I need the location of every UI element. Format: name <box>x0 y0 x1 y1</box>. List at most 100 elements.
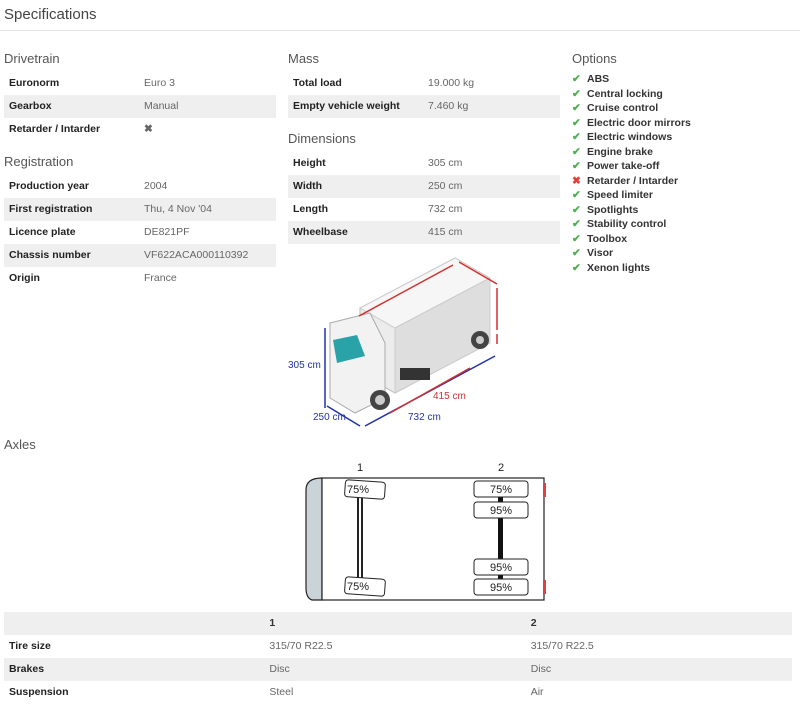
table-row: Empty vehicle weight 7.460 kg <box>288 95 560 118</box>
option-item: ✔ Stability control <box>572 217 792 232</box>
table-row: Brakes Disc Disc <box>4 658 792 681</box>
table-row: Height 305 cm <box>288 152 560 175</box>
option-item: ✔ Power take-off <box>572 159 792 174</box>
row-value: 305 cm <box>428 157 463 169</box>
row-value: Manual <box>144 100 179 112</box>
row-label: Empty vehicle weight <box>293 100 400 112</box>
row-value: France <box>144 272 177 284</box>
row-value: Thu, 4 Nov '04 <box>144 203 212 215</box>
check-icon: ✔ <box>572 73 581 85</box>
option-label: Spotlights <box>587 203 639 216</box>
option-item: ✔ Cruise control <box>572 101 792 116</box>
check-icon: ✔ <box>572 203 581 216</box>
tire-1-right: 75% <box>347 581 369 593</box>
mass-section: Mass Total load 19.000 kg Empty vehicle we… <box>288 48 560 244</box>
option-label: Visor <box>587 247 614 259</box>
truck-dimensions-diagram: 305 cm 250 cm 732 cm 415 cm <box>288 257 498 427</box>
row-label: Euronorm <box>9 77 60 89</box>
row-value: 7.460 kg <box>428 100 469 112</box>
option-item: ✔ ABS <box>572 72 792 87</box>
option-label: Speed limiter <box>587 189 653 201</box>
option-label: Power take-off <box>587 160 660 172</box>
wheelbase-label: 415 cm <box>433 391 466 402</box>
check-icon: ✔ <box>572 189 581 201</box>
row-label: Chassis number <box>9 249 91 261</box>
section-heading: Drivetrain <box>4 51 60 66</box>
row-label: Retarder / Intarder <box>9 123 101 135</box>
axles-heading: Axles <box>4 437 36 452</box>
axle-1-value: Disc <box>269 663 290 675</box>
check-icon: ✔ <box>572 145 581 158</box>
length-label: 732 cm <box>408 412 441 423</box>
check-icon: ✔ <box>572 102 581 114</box>
row-label: Total load <box>293 77 342 89</box>
option-label: ABS <box>587 73 610 85</box>
tire-1-left: 75% <box>347 484 369 496</box>
option-label: Xenon lights <box>587 261 650 274</box>
option-item: ✖ Retarder / Intarder <box>572 174 792 189</box>
row-label: Width <box>293 180 323 192</box>
page-title: Specifications <box>4 6 97 23</box>
axles-table: 1 2 Tire size 315/70 R22.5 315/70 R22.5 Bra… <box>4 612 792 704</box>
check-icon: ✔ <box>572 87 581 100</box>
axle-diagram: 1 2 75% 75% 75% 95% 95% 95% <box>305 462 546 601</box>
check-icon: ✔ <box>572 218 581 230</box>
tire-2-outer-left: 75% <box>490 484 512 496</box>
option-label: Electric door mirrors <box>587 116 691 129</box>
options-section: Options ✔ ABS ✔ Central locking ✔ Cruise cont… <box>572 48 792 275</box>
row-value: 250 cm <box>428 180 463 192</box>
table-row: Total load 19.000 kg <box>288 72 560 95</box>
row-label: Height <box>293 157 326 169</box>
table-row: Length 732 cm <box>288 198 560 221</box>
check-icon: ✔ <box>572 232 581 245</box>
row-label: First registration <box>9 203 93 215</box>
option-item: ✔ Visor <box>572 246 792 261</box>
tire-2-inner-left: 95% <box>490 505 512 517</box>
table-row: Gearbox Manual <box>4 95 276 118</box>
table-row: Euronorm Euro 3 <box>4 72 276 95</box>
row-label: Origin <box>9 272 40 284</box>
tire-2-outer-right: 95% <box>490 582 512 594</box>
row-value: 2004 <box>144 180 168 192</box>
option-label: Toolbox <box>587 232 628 245</box>
table-row: Chassis number VF622ACA000110392 <box>4 244 276 267</box>
axle-1-value: Steel <box>269 686 294 698</box>
row-value: Euro 3 <box>144 77 175 89</box>
option-label: Retarder / Intarder <box>587 174 679 187</box>
axle-1-value: 315/70 R22.5 <box>269 640 333 652</box>
section-heading: Options <box>572 51 617 66</box>
table-row: Suspension Steel Air <box>4 681 792 704</box>
row-value: DE821PF <box>144 226 190 238</box>
table-row: Wheelbase 415 cm <box>288 221 560 244</box>
option-item: ✔ Spotlights <box>572 203 792 218</box>
option-label: Stability control <box>587 218 667 230</box>
row-value: 415 cm <box>428 226 463 238</box>
table-row: First registration Thu, 4 Nov '04 <box>4 198 276 221</box>
table-row: Production year 2004 <box>4 175 276 198</box>
row-value: VF622ACA000110392 <box>144 249 249 261</box>
row-label: Brakes <box>9 663 45 675</box>
height-label: 305 cm <box>288 360 321 371</box>
table-row: Retarder / Intarder ✖ <box>4 118 276 141</box>
tire-2-inner-right: 95% <box>490 562 512 574</box>
option-item: ✔ Xenon lights <box>572 261 792 276</box>
axle-2-value: Air <box>530 686 544 698</box>
drivetrain-section: Drivetrain Euronorm Euro 3 Gearbox Manual Re… <box>4 48 276 290</box>
cross-icon: ✖ <box>572 174 581 187</box>
check-icon: ✔ <box>572 116 581 129</box>
axle-2-value: Disc <box>530 663 552 675</box>
row-label: Gearbox <box>9 100 52 112</box>
option-label: Electric windows <box>587 131 673 143</box>
divider <box>0 30 800 31</box>
cross-icon: ✖ <box>144 123 153 135</box>
axle-1-number: 1 <box>357 462 363 474</box>
option-item: ✔ Speed limiter <box>572 188 792 203</box>
option-item: ✔ Central locking <box>572 87 792 102</box>
option-item: ✔ Electric windows <box>572 130 792 145</box>
axle-2-value: 315/70 R22.5 <box>530 640 594 652</box>
option-item: ✔ Toolbox <box>572 232 792 247</box>
row-label: Licence plate <box>9 226 76 238</box>
option-label: Engine brake <box>587 145 653 158</box>
axle-2-number: 2 <box>498 462 504 474</box>
row-label: Length <box>293 203 328 215</box>
